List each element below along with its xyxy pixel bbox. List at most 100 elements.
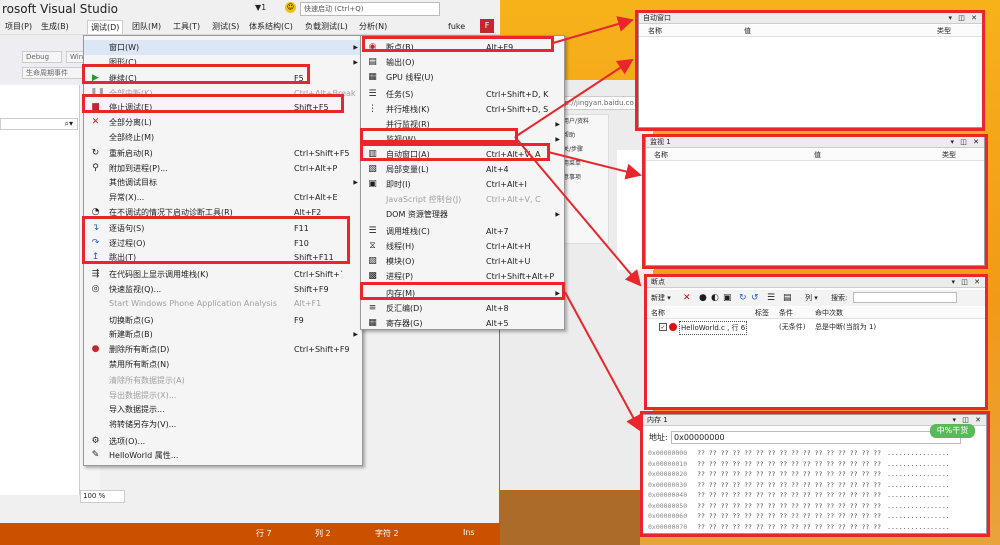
highlight-breakpoints-panel	[644, 274, 988, 410]
quickwatch-icon: ◎	[91, 283, 100, 294]
browser-side-item[interactable]: 帮助	[560, 129, 608, 143]
debug-menu-item-shortcut: Ctrl+Shift+F9	[294, 345, 350, 354]
window-menu-item[interactable]: ▦ 寄存器(G) Alt+5	[361, 316, 564, 331]
highlight-memory-panel	[640, 411, 990, 537]
window-menu-item-shortcut: Alt+7	[486, 227, 509, 236]
debug-menu-item-label: 切换断点(G)	[109, 315, 154, 325]
attach-icon: ⚲	[92, 162, 99, 173]
debug-menu-item[interactable]: 异常(X)... Ctrl+Alt+E	[84, 190, 362, 205]
browser-side-item[interactable]: 关/步骤	[560, 143, 608, 157]
config-select[interactable]: Debug	[22, 51, 62, 63]
menu-tools[interactable]: 工具(T)	[170, 20, 203, 34]
user-name[interactable]: fuke	[448, 18, 465, 35]
window-menu-item[interactable]: ▣ 即时(I) Ctrl+Alt+I	[361, 177, 564, 192]
menu-debug[interactable]: 调试(D)	[87, 20, 124, 34]
desktop-strip	[500, 490, 640, 545]
debug-menu-item[interactable]: 新建断点(B) ▶	[84, 327, 362, 342]
restart-icon: ↻	[91, 148, 100, 159]
window-menu-item[interactable]: ▧ 局部变量(L) Alt+4	[361, 162, 564, 177]
menu-test[interactable]: 测试(S)	[209, 20, 242, 34]
lifecycle-events-button[interactable]: 生命周期事件	[22, 67, 84, 79]
window-menu-item[interactable]: ☰ 任务(S) Ctrl+Shift+D, K	[361, 87, 564, 102]
window-menu-item[interactable]: ☰ 调用堆栈(C) Alt+7	[361, 224, 564, 239]
debug-menu-item-label: 新建断点(B)	[109, 330, 153, 340]
browser-side-item[interactable]: 意事项	[560, 171, 608, 185]
debug-menu-item-label: 导出数据提示(X)...	[109, 390, 177, 400]
window-menu-item-label: 调用堆栈(C)	[386, 227, 430, 236]
x-icon: ✕	[91, 117, 100, 127]
window-menu-item[interactable]: ≡ 反汇编(D) Alt+8	[361, 301, 564, 316]
highlight-watch	[360, 128, 518, 143]
feedback-smiley-icon[interactable]: ☺	[285, 2, 296, 13]
submenu-arrow-icon: ▶	[555, 121, 560, 128]
debug-menu-item[interactable]: ✕ 全部分离(L)	[84, 115, 362, 130]
debug-menu-item-label: 清除所有数据提示(A)	[109, 376, 185, 386]
debug-menu-item[interactable]: 导入数据提示...	[84, 402, 362, 417]
avatar[interactable]: F	[480, 19, 494, 33]
window-menu-item-shortcut: Ctrl+Alt+U	[486, 257, 531, 266]
threads-icon: ⧖	[369, 241, 376, 251]
debug-menu-item-shortcut: Ctrl+Alt+E	[294, 193, 338, 202]
window-menu-item[interactable]: ▤ 输出(O)	[361, 55, 564, 70]
browser-side-item[interactable]: 用户/资料	[560, 115, 608, 129]
window-menu-item-shortcut: Ctrl+Alt+I	[486, 180, 527, 189]
window-menu-item-label: 局部变量(L)	[386, 165, 429, 174]
debug-menu-item[interactable]: 切换断点(G) F9	[84, 313, 362, 328]
debug-menu-item[interactable]: ● 删除所有断点(D) Ctrl+Shift+F9	[84, 342, 362, 357]
quick-launch-input[interactable]: 快速启动 (Ctrl+Q)	[300, 2, 440, 16]
browser-side-item[interactable]: 用菜单	[560, 157, 608, 171]
menu-analyze[interactable]: 分析(N)	[356, 20, 390, 34]
toolbar: Debug Win 生命周期事件	[0, 35, 90, 83]
pstack-icon: ⋮	[368, 104, 377, 114]
window-menu-item-shortcut: Alt+8	[486, 304, 509, 313]
debug-menu-item[interactable]: 全部终止(M)	[84, 130, 362, 145]
window-menu-item[interactable]: ⧖ 线程(H) Ctrl+Alt+H	[361, 239, 564, 254]
menu-load-test[interactable]: 负载测试(L)	[302, 20, 351, 34]
notification-flag-icon[interactable]: ▼1	[255, 3, 266, 12]
delbp-icon: ●	[91, 344, 100, 354]
debug-menu-item[interactable]: 其他调试目标 ▶	[84, 175, 362, 190]
status-line: 行 7	[256, 529, 272, 538]
debug-menu-item[interactable]: ⇶ 在代码图上显示调用堆栈(K) Ctrl+Shift+`	[84, 267, 362, 282]
debug-menu-item[interactable]: 窗口(W) ▶	[84, 40, 362, 55]
window-menu-item-shortcut: Alt+5	[486, 319, 509, 328]
window-menu-item[interactable]: ⋮ 并行堆栈(K) Ctrl+Shift+D, S	[361, 102, 564, 117]
window-menu-item-label: JavaScript 控制台(J)	[386, 195, 462, 204]
debug-menu-item-shortcut: Alt+F1	[294, 299, 322, 309]
submenu-arrow-icon: ▶	[555, 136, 560, 143]
window-menu-item[interactable]: ▦ GPU 线程(U)	[361, 70, 564, 85]
window-menu-item: JavaScript 控制台(J) Ctrl+Alt+V, C	[361, 192, 564, 207]
menu-team[interactable]: 团队(M)	[129, 20, 164, 34]
disasm-icon: ≡	[368, 303, 377, 313]
window-menu-item-label: 输出(O)	[386, 58, 415, 67]
debug-menu-item[interactable]: ⚙ 选项(O)...	[84, 434, 362, 449]
debug-menu-item-label: 删除所有断点(D)	[109, 345, 170, 354]
debug-menu-item[interactable]: ↻ 重新启动(R) Ctrl+Shift+F5	[84, 146, 362, 161]
debug-menu-item-label: 全部分离(L)	[109, 118, 152, 127]
window-menu-item-label: 并行堆栈(K)	[386, 105, 430, 114]
immediate-icon: ▣	[368, 179, 377, 189]
window-menu-item[interactable]: ▨ 模块(O) Ctrl+Alt+U	[361, 254, 564, 269]
search-icon[interactable]: ⌕▾	[0, 118, 78, 130]
browser-sidebar: 用户/资料 帮助 关/步骤 用菜单 意事项	[559, 114, 609, 244]
window-menu-item-shortcut: Ctrl+Alt+H	[486, 242, 531, 251]
window-menu-item-label: 即时(I)	[386, 180, 411, 189]
debug-menu-item[interactable]: 将转储另存为(V)...	[84, 417, 362, 432]
debug-menu-item[interactable]: ◎ 快速监视(Q)... Shift+F9	[84, 282, 362, 297]
menu-build[interactable]: 生成(B)	[38, 20, 72, 34]
processes-icon: ▩	[368, 271, 377, 281]
debug-menu-item[interactable]: 禁用所有断点(N)	[84, 357, 362, 372]
codemap-icon: ⇶	[91, 269, 100, 279]
debug-menu-item-label: 禁用所有断点(N)	[109, 359, 170, 369]
window-menu-item[interactable]: DOM 资源管理器 ▶	[361, 207, 564, 222]
window-menu-item-label: 反汇编(D)	[386, 304, 423, 313]
menu-architecture[interactable]: 体系结构(C)	[246, 20, 296, 34]
debug-menu-item[interactable]: ✎ HelloWorld 属性...	[84, 448, 362, 463]
locals-icon: ▧	[368, 164, 377, 174]
submenu-arrow-icon: ▶	[353, 331, 358, 339]
zoom-select[interactable]: 100 %	[80, 490, 125, 503]
modules-icon: ▨	[368, 256, 377, 266]
debug-menu-item[interactable]: ⚲ 附加到进程(P)... Ctrl+Alt+P	[84, 161, 362, 176]
status-mode: Ins	[463, 528, 475, 537]
menu-project[interactable]: 项目(P)	[2, 20, 35, 34]
